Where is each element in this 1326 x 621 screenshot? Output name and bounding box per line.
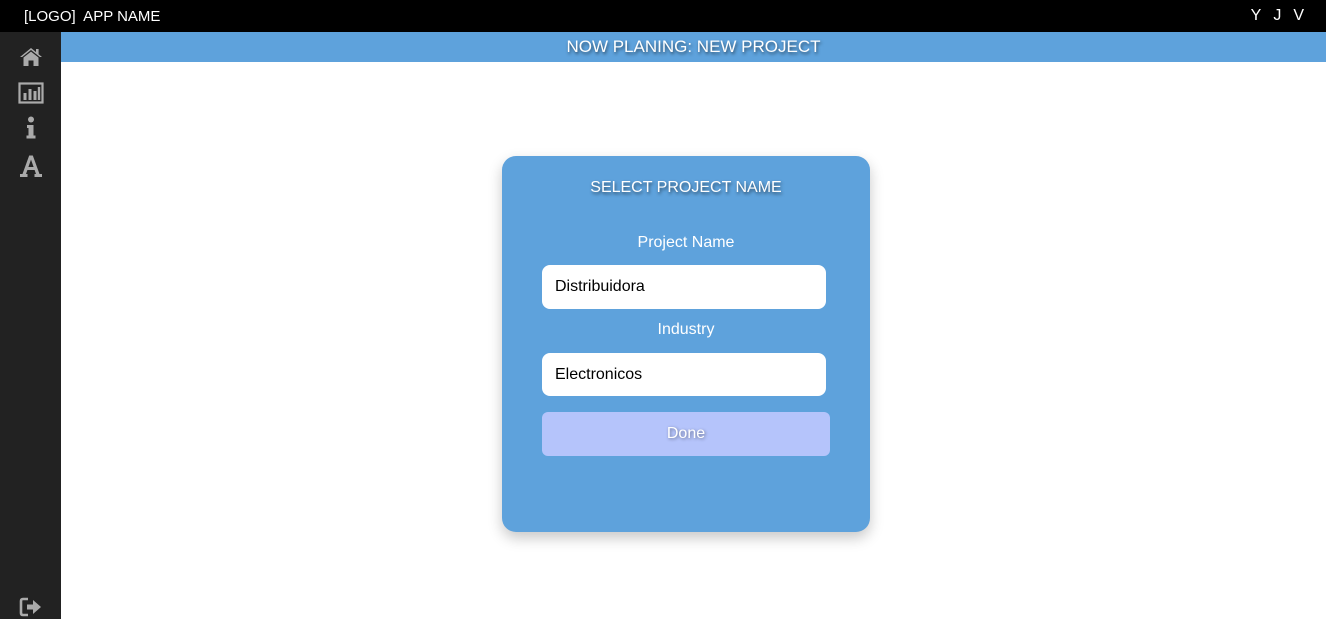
top-bar: [LOGO] APP NAME Y J V bbox=[0, 0, 1326, 32]
user-initial: Y bbox=[1250, 7, 1262, 24]
app-brand: [LOGO] APP NAME bbox=[24, 7, 161, 25]
sidebar bbox=[0, 32, 61, 619]
user-initial: V bbox=[1293, 7, 1304, 24]
done-button[interactable]: Done bbox=[542, 412, 830, 456]
font-icon[interactable] bbox=[17, 152, 45, 180]
user-initial: J bbox=[1273, 7, 1282, 24]
project-name-input[interactable] bbox=[542, 265, 826, 309]
bar-chart-icon[interactable] bbox=[17, 79, 45, 107]
industry-label: Industry bbox=[657, 321, 715, 338]
info-icon[interactable] bbox=[17, 114, 45, 142]
home-icon[interactable] bbox=[17, 43, 45, 71]
sign-out-icon[interactable] bbox=[17, 593, 45, 621]
project-name-label: Project Name bbox=[637, 234, 735, 251]
project-form-card: SELECT PROJECT NAME Project Name Industr… bbox=[502, 156, 870, 532]
now-planning-banner: NOW PLANING: NEW PROJECT bbox=[61, 32, 1326, 62]
user-initials[interactable]: Y J V bbox=[1251, 7, 1304, 25]
industry-input[interactable] bbox=[542, 353, 826, 396]
form-title: SELECT PROJECT NAME bbox=[590, 179, 782, 196]
